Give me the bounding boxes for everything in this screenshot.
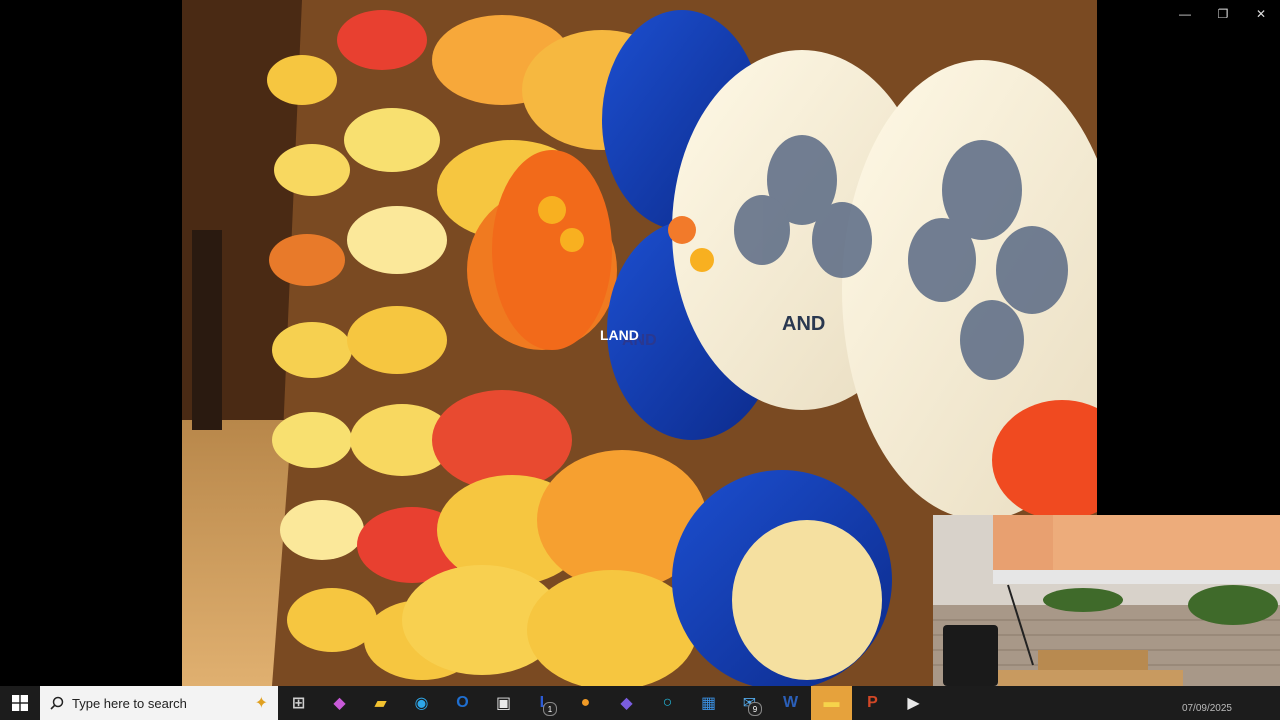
webcam-overlay <box>933 515 1280 686</box>
outlook-icon: O <box>456 694 469 711</box>
restore-button[interactable]: ❐ <box>1204 0 1242 28</box>
taskbar-apps: ⊞ ◆ ▰ ◉ O ▣ L1 ● ◆ ○ ▦ ✉9 W ▬ P ▶ <box>278 686 934 720</box>
window-controls: — ❐ ✕ <box>1166 0 1280 28</box>
sparkle-icon: ✦ <box>254 695 268 712</box>
cortana-icon: ○ <box>662 694 673 711</box>
taskbar-app-task-view[interactable]: ⊞ <box>278 686 319 720</box>
edge-icon: ◉ <box>414 695 429 712</box>
search-icon <box>50 696 64 710</box>
close-button[interactable]: ✕ <box>1242 0 1280 28</box>
media-player-icon: ▶ <box>907 695 920 712</box>
taskbar-app-sticky-notes[interactable]: ▬ <box>811 686 852 720</box>
minimize-button[interactable]: — <box>1166 0 1204 28</box>
sticky-notes-icon: ▬ <box>823 694 840 711</box>
taskbar: Type here to search ✦ ⊞ ◆ ▰ ◉ O ▣ L1 ● ◆ ○ ▦ ✉9 W ▬ P ▶ <box>0 686 1280 720</box>
file-explorer-icon: ▰ <box>374 695 387 712</box>
store-icon: ▣ <box>495 695 512 712</box>
taskbar-app-edge[interactable]: ◉ <box>401 686 442 720</box>
taskbar-app-copilot-pro[interactable]: ◆ <box>606 686 647 720</box>
chair <box>943 625 998 686</box>
taskbar-app-store[interactable]: ▣ <box>483 686 524 720</box>
clog-stamp-text-1: AND <box>782 313 825 335</box>
webcam-scene <box>933 515 1280 686</box>
copilot-icon: ◆ <box>333 695 346 712</box>
start-button[interactable] <box>0 686 40 720</box>
mail-badge: 9 <box>748 702 762 716</box>
taskbar-app-file-explorer[interactable]: ▰ <box>360 686 401 720</box>
taskbar-app-mail[interactable]: ✉9 <box>729 686 770 720</box>
taskbar-clock: 07/09/2025 <box>1181 703 1232 714</box>
clog-stamp-text-3: LAND <box>600 327 639 343</box>
app-orange-icon: ● <box>580 694 591 711</box>
taskbar-app-copilot[interactable]: ◆ <box>319 686 360 720</box>
word-icon: W <box>782 694 799 711</box>
copilot-pro-icon: ◆ <box>620 695 633 712</box>
task-view-icon: ⊞ <box>291 695 306 712</box>
windows-logo-icon <box>12 695 28 711</box>
taskbar-app-app-orange[interactable]: ● <box>565 686 606 720</box>
taskbar-app-powerpoint[interactable]: P <box>852 686 893 720</box>
powerpoint-icon: P <box>867 694 878 711</box>
taskbar-app-calculator[interactable]: ▦ <box>688 686 729 720</box>
taskbar-app-lync[interactable]: L1 <box>524 686 565 720</box>
person-silhouette <box>192 230 222 430</box>
taskbar-app-outlook[interactable]: O <box>442 686 483 720</box>
taskbar-app-word[interactable]: W <box>770 686 811 720</box>
taskbar-app-cortana[interactable]: ○ <box>647 686 688 720</box>
taskbar-search-box[interactable]: Type here to search ✦ <box>40 686 278 720</box>
lync-badge: 1 <box>543 702 557 716</box>
calculator-icon: ▦ <box>700 695 717 712</box>
taskbar-app-media-player[interactable]: ▶ <box>893 686 934 720</box>
search-placeholder: Type here to search <box>72 695 187 711</box>
